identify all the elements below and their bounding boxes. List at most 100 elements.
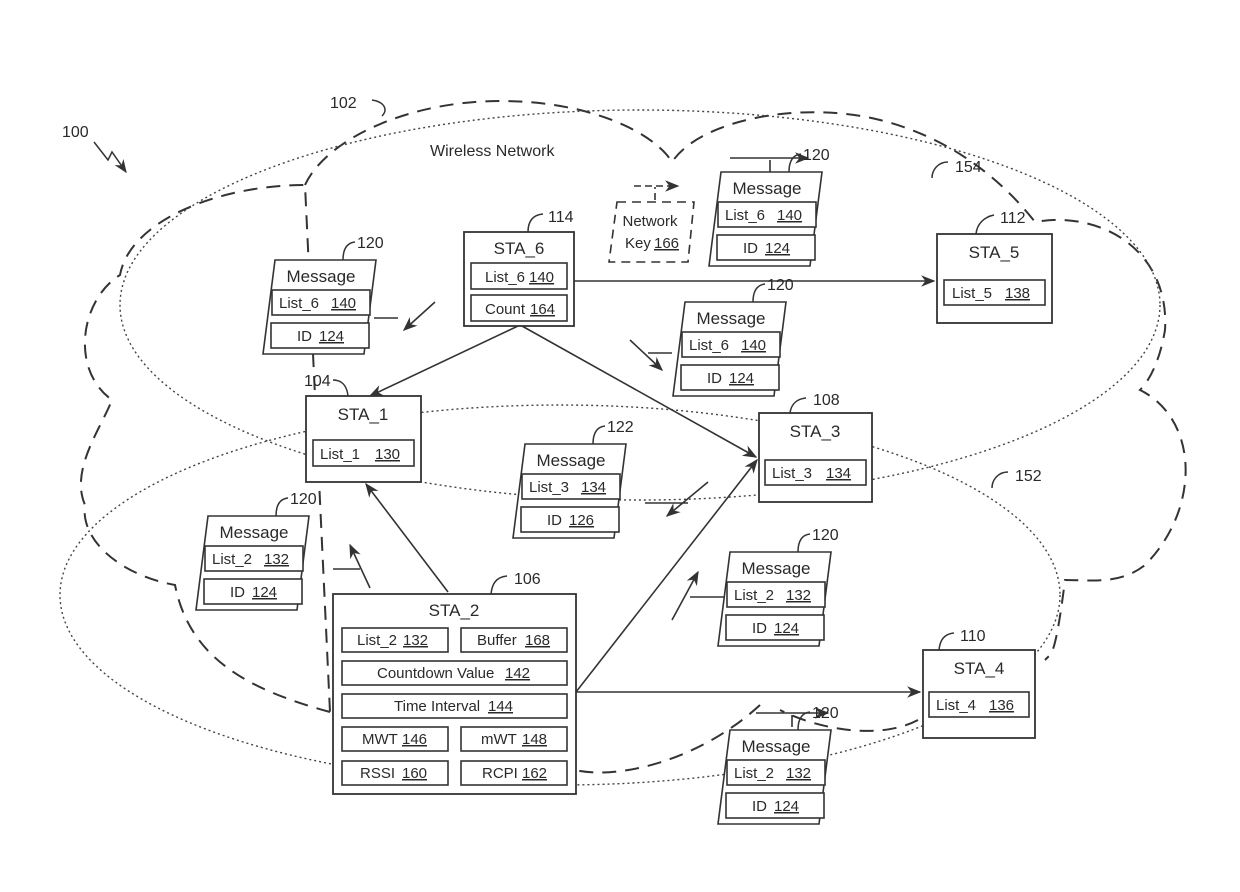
message-list-label: List_2 — [734, 765, 774, 782]
ref-154: 154 — [955, 159, 982, 176]
svg-text:STA_2: STA_2 — [429, 601, 480, 620]
ref-114: 114 — [548, 209, 574, 226]
message-ref: 120 — [803, 147, 830, 164]
message-id-num: 124 — [774, 620, 799, 637]
lightning-arrow-icon — [93, 141, 127, 174]
link-sta2-sta1 — [365, 482, 449, 593]
message-title: Message — [537, 451, 606, 470]
message-id-num: 124 — [774, 798, 799, 815]
message-ref: 120 — [357, 235, 384, 252]
message-ref: 122 — [607, 419, 634, 436]
network-key-box: Network Key 166 — [608, 201, 695, 263]
message-list-num: 134 — [581, 479, 606, 496]
message-7[interactable]: Message List_2 132 ID 124 120 — [717, 705, 839, 825]
svg-text:Countdown Value: Countdown Value — [377, 665, 494, 682]
station-sta3[interactable]: STA_3 List_3 134 108 — [758, 392, 873, 503]
station-sta1[interactable]: STA_1 List_1 130 104 — [304, 373, 422, 483]
leader-152 — [991, 471, 1009, 489]
message-ref: 120 — [290, 491, 317, 508]
ref-104: 104 — [304, 373, 331, 390]
message-ref-leader — [752, 283, 766, 303]
svg-text:136: 136 — [989, 697, 1014, 714]
station-sta4[interactable]: STA_4 List_4 136 110 — [922, 628, 1036, 739]
message-list-num: 140 — [741, 337, 766, 354]
message-list-num: 132 — [786, 765, 811, 782]
svg-text:List_6: List_6 — [485, 269, 525, 286]
ref-102: 102 — [330, 95, 357, 112]
svg-text:STA_3: STA_3 — [790, 422, 841, 441]
message-list-num: 132 — [786, 587, 811, 604]
station-sta5[interactable]: STA_5 List_5 138 112 — [936, 210, 1053, 324]
ref-152: 152 — [1015, 468, 1042, 485]
svg-text:STA_6: STA_6 — [494, 239, 545, 258]
message-id-label: ID — [707, 370, 722, 387]
message-id-label: ID — [752, 620, 767, 637]
message-id-num: 126 — [569, 512, 594, 529]
message-ref-leader — [275, 497, 289, 517]
message-id-label: ID — [230, 584, 245, 601]
station-sta6[interactable]: STA_6 List_6 140 Count 164 114 — [463, 209, 575, 327]
message-3[interactable]: Message List_6 140 ID 124 120 — [672, 277, 794, 397]
ref-106: 106 — [514, 571, 541, 588]
msg-arrow-1 — [374, 301, 436, 330]
svg-text:RSSI: RSSI — [360, 765, 395, 782]
svg-text:144: 144 — [488, 698, 513, 715]
svg-text:130: 130 — [375, 446, 400, 463]
message-1[interactable]: Message List_6 140 ID 124 120 — [262, 235, 384, 355]
message-id-num: 124 — [252, 584, 277, 601]
message-title: Message — [742, 559, 811, 578]
svg-text:132: 132 — [403, 632, 428, 649]
ref-100: 100 — [62, 124, 89, 141]
ref-110: 110 — [960, 628, 986, 645]
link-sta6-sta1 — [368, 325, 519, 397]
message-id-label: ID — [752, 798, 767, 815]
svg-text:List_4: List_4 — [936, 697, 976, 714]
msg-arrow-4 — [645, 481, 709, 516]
svg-text:STA_4: STA_4 — [954, 659, 1005, 678]
svg-text:List_5: List_5 — [952, 285, 992, 302]
message-4[interactable]: Message List_3 134 ID 126 122 — [512, 419, 634, 539]
message-id-num: 124 — [765, 240, 790, 257]
network-diagram: 100 102 Wireless Network 154 152 Network… — [59, 95, 1187, 825]
svg-text:160: 160 — [402, 765, 427, 782]
message-ref-leader — [342, 241, 356, 261]
ref-112: 112 — [1000, 210, 1026, 227]
message-ref: 120 — [767, 277, 794, 294]
svg-text:Network: Network — [622, 213, 678, 230]
svg-text:mWT: mWT — [481, 731, 517, 748]
svg-text:Key: Key — [625, 235, 651, 252]
svg-text:138: 138 — [1005, 285, 1030, 302]
svg-text:List_3: List_3 — [772, 465, 812, 482]
message-list-num: 132 — [264, 551, 289, 568]
svg-text:Count: Count — [485, 301, 526, 318]
message-list-label: List_2 — [212, 551, 252, 568]
message-id-label: ID — [297, 328, 312, 345]
ref-108: 108 — [813, 392, 840, 409]
svg-text:146: 146 — [402, 731, 427, 748]
svg-text:MWT: MWT — [362, 731, 398, 748]
message-list-label: List_6 — [725, 207, 765, 224]
svg-text:168: 168 — [525, 632, 550, 649]
svg-text:142: 142 — [505, 665, 530, 682]
svg-text:148: 148 — [522, 731, 547, 748]
message-list-label: List_6 — [279, 295, 319, 312]
svg-text:RCPI: RCPI — [482, 765, 518, 782]
message-title: Message — [742, 737, 811, 756]
message-title: Message — [220, 523, 289, 542]
message-ref-leader — [788, 153, 802, 173]
msg-arrow-5 — [333, 545, 371, 589]
message-6[interactable]: Message List_2 132 ID 124 120 — [717, 527, 839, 647]
message-list-num: 140 — [777, 207, 802, 224]
station-sta2[interactable]: STA_2 List_2 132 Buffer 168 Countdown Va… — [332, 571, 577, 795]
leader-102 — [371, 99, 386, 117]
message-title: Message — [733, 179, 802, 198]
message-id-label: ID — [743, 240, 758, 257]
message-id-num: 124 — [319, 328, 344, 345]
svg-text:Time Interval: Time Interval — [394, 698, 480, 715]
message-title: Message — [697, 309, 766, 328]
msg-arrow-2 — [730, 158, 808, 172]
message-ref-leader — [592, 425, 606, 445]
network-label: Wireless Network — [430, 143, 555, 160]
message-5[interactable]: Message List_2 132 ID 124 120 — [195, 491, 317, 611]
msg-arrow-3 — [629, 339, 672, 370]
